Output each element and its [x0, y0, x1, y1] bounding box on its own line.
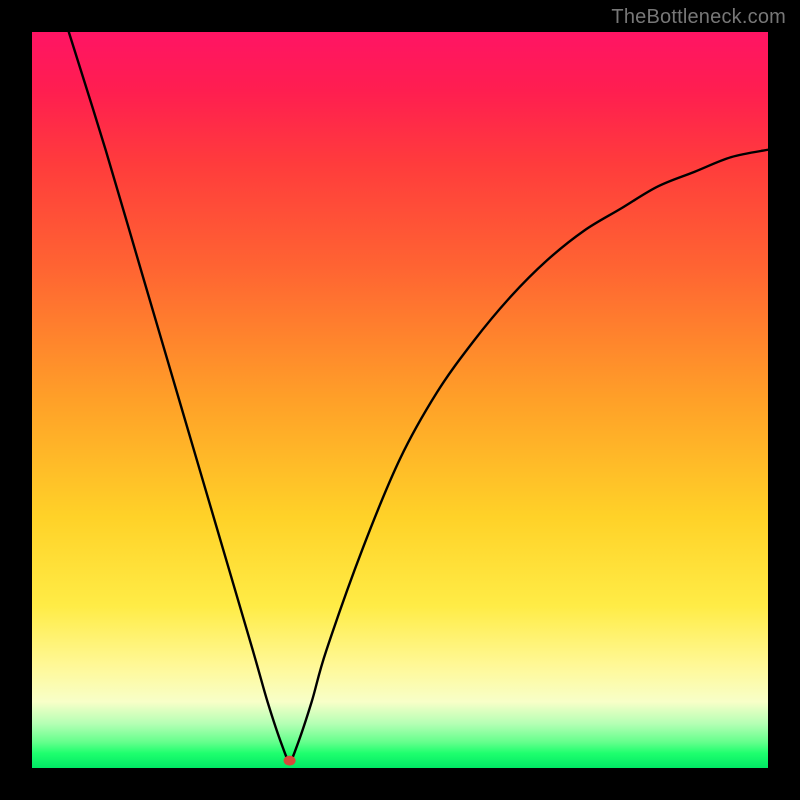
watermark-text: TheBottleneck.com [611, 6, 786, 29]
optimum-marker [284, 756, 296, 766]
bottleneck-curve [69, 32, 768, 761]
plot-area [32, 32, 768, 768]
chart-frame: TheBottleneck.com [0, 0, 800, 800]
curve-layer [32, 32, 768, 768]
